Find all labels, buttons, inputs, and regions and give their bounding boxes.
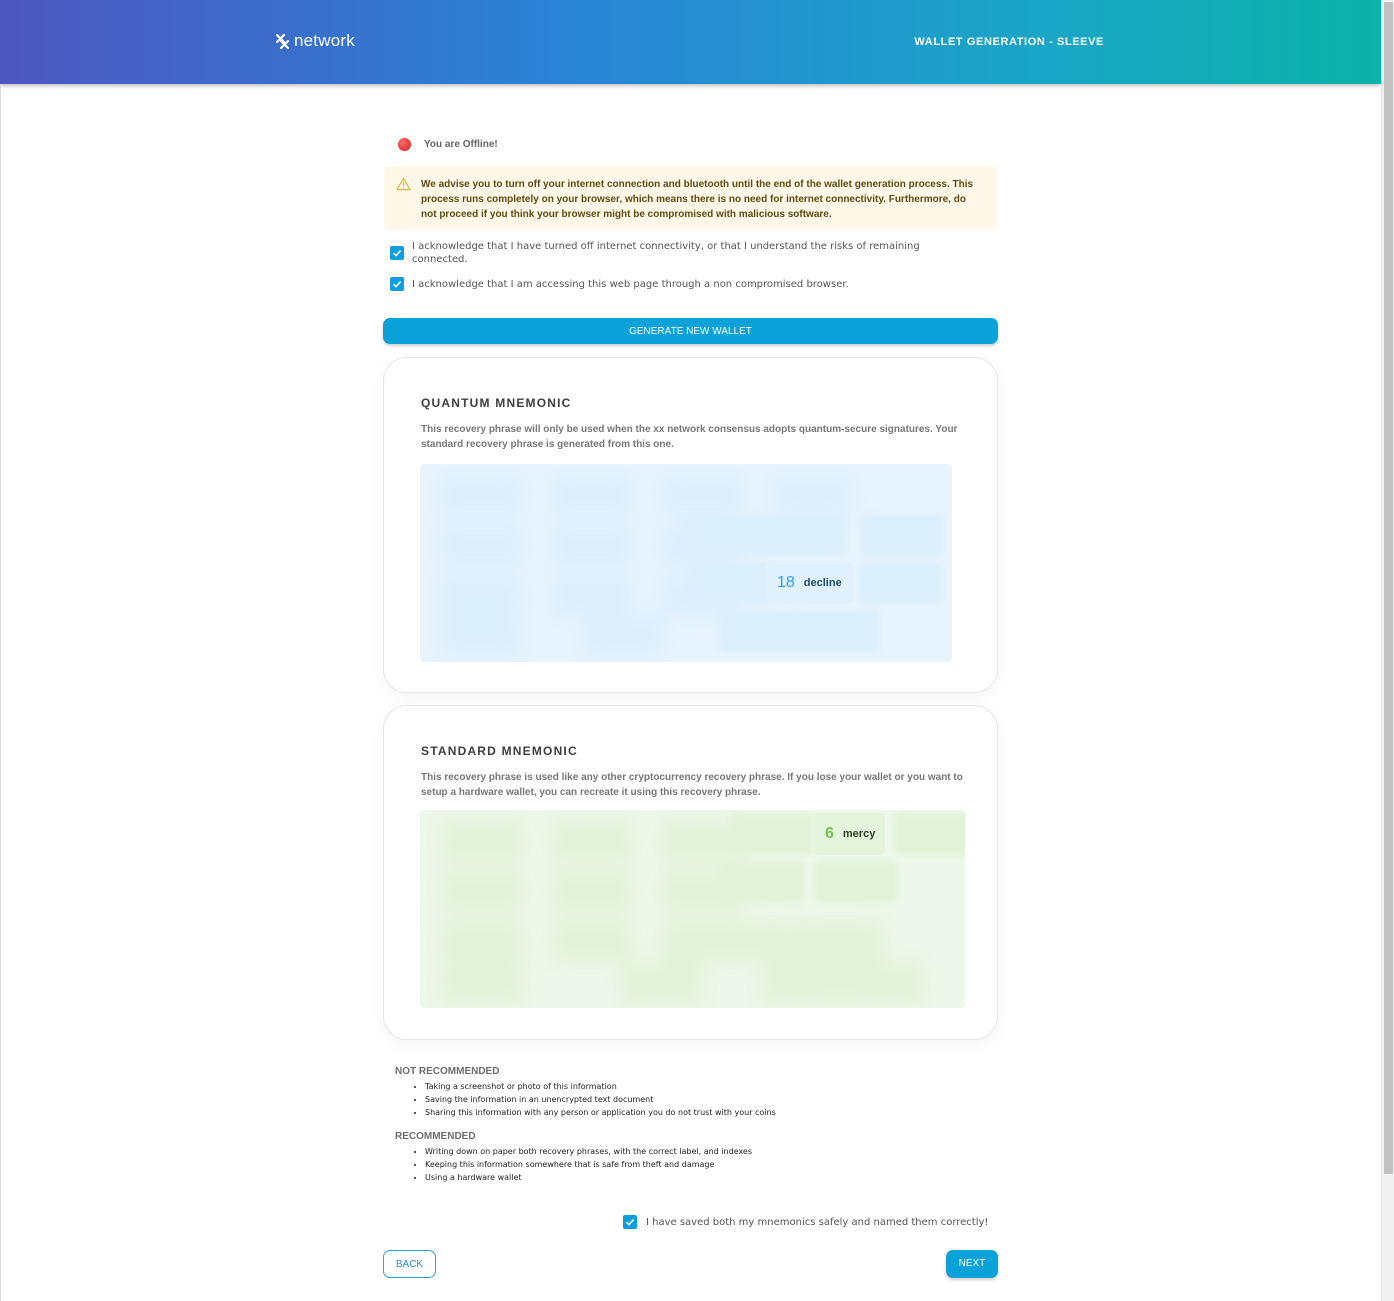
list-item: Sharing this information with any person… — [425, 1106, 776, 1119]
ack-browser-checkbox[interactable] — [390, 277, 404, 291]
quantum-mnemonic-words[interactable]: 18 decline — [420, 464, 952, 662]
xx-logo-icon — [276, 33, 290, 49]
standard-mnemonic-description: This recovery phrase is used like any ot… — [421, 772, 963, 798]
checkmark-icon — [625, 1219, 635, 1226]
quantum-mnemonic-description: This recovery phrase will only be used w… — [421, 424, 958, 450]
scrollbar-thumb[interactable] — [1384, 2, 1393, 1174]
standard-mnemonic-title: STANDARD MNEMONIC — [421, 744, 578, 758]
generate-wallet-button[interactable]: GENERATE NEW WALLET — [383, 318, 998, 344]
next-button[interactable]: NEXT — [946, 1250, 998, 1278]
quantum-word-index: 18 — [777, 574, 795, 591]
offline-status: You are Offline! — [398, 138, 498, 151]
offline-indicator-icon — [398, 138, 411, 151]
standard-word-index: 6 — [825, 825, 834, 842]
standard-mnemonic-words[interactable]: 6 mercy — [420, 810, 965, 1008]
standard-word-text: mercy — [842, 828, 876, 840]
not-recommended-heading: NOT RECOMMENDED — [395, 1066, 500, 1077]
standard-mnemonic-card: STANDARD MNEMONIC This recovery phrase i… — [383, 705, 998, 1040]
warning-text: We advise you to turn off your internet … — [421, 179, 974, 220]
list-item: Taking a screenshot or photo of this inf… — [425, 1080, 776, 1093]
list-item: Keeping this information somewhere that … — [425, 1158, 752, 1171]
offline-status-text: You are Offline! — [424, 139, 498, 150]
recommended-list: Writing down on paper both recovery phra… — [425, 1145, 752, 1184]
security-warning: We advise you to turn off your internet … — [384, 166, 998, 230]
app-header: network WALLET GENERATION - SLEEVE — [0, 0, 1381, 84]
ack-browser: I acknowledge that I am accessing this w… — [390, 277, 952, 291]
quantum-word-tile: 18 decline — [765, 562, 853, 604]
quantum-near-blur-layer — [420, 464, 952, 662]
page-border — [0, 84, 1, 1301]
ack-internet: I acknowledge that I have turned off int… — [390, 240, 952, 266]
xx-network-logo[interactable]: network — [276, 30, 355, 52]
list-item: Using a hardware wallet — [425, 1171, 752, 1184]
warning-triangle-icon — [396, 177, 411, 191]
checkmark-icon — [392, 250, 402, 257]
saved-confirmation: I have saved both my mnemonics safely an… — [623, 1215, 988, 1229]
ack-internet-checkbox[interactable] — [390, 246, 404, 260]
page-title: WALLET GENERATION - SLEEVE — [914, 36, 1104, 48]
standard-word-tile: 6 mercy — [813, 813, 885, 855]
checkmark-icon — [392, 281, 402, 288]
quantum-mnemonic-title: QUANTUM MNEMONIC — [421, 396, 572, 410]
ack-browser-label: I acknowledge that I am accessing this w… — [412, 279, 849, 290]
vertical-scrollbar[interactable] — [1381, 0, 1394, 1301]
logo-text: network — [294, 31, 355, 50]
back-button[interactable]: BACK — [383, 1250, 436, 1278]
ack-internet-label: I acknowledge that I have turned off int… — [412, 241, 920, 265]
recommended-heading: RECOMMENDED — [395, 1131, 476, 1142]
saved-confirmation-checkbox[interactable] — [623, 1215, 637, 1229]
list-item: Writing down on paper both recovery phra… — [425, 1145, 752, 1158]
quantum-word-text: decline — [803, 577, 842, 589]
list-item: Saving the information in an unencrypted… — [425, 1093, 776, 1106]
saved-confirmation-label: I have saved both my mnemonics safely an… — [646, 1216, 989, 1228]
not-recommended-list: Taking a screenshot or photo of this inf… — [425, 1080, 776, 1119]
quantum-mnemonic-card: QUANTUM MNEMONIC This recovery phrase wi… — [383, 357, 998, 693]
